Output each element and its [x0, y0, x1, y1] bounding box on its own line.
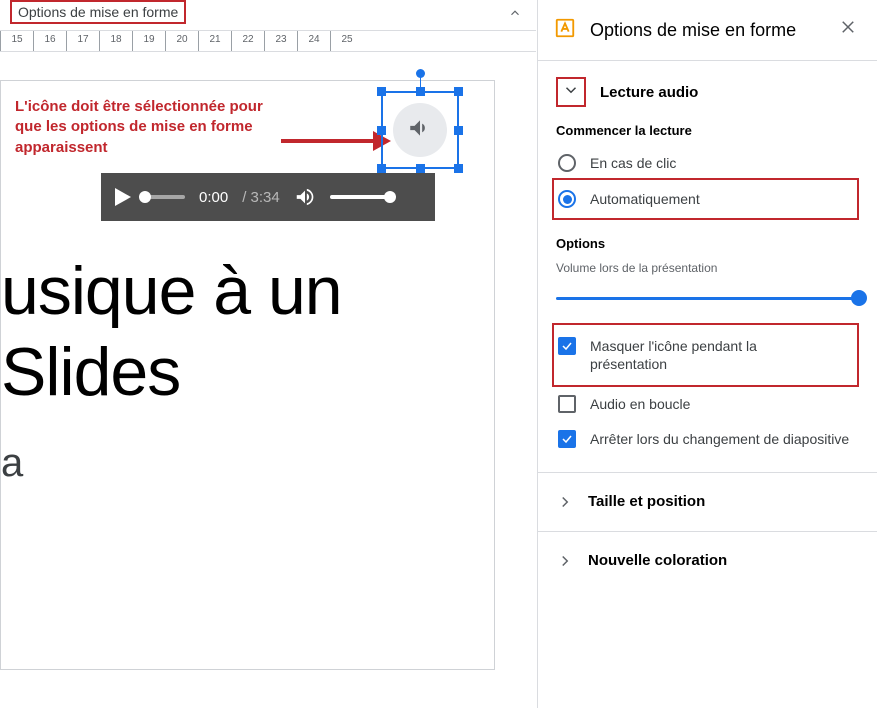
radio-on-click[interactable]: En cas de clic [556, 148, 859, 178]
checkbox-hide-icon-label: Masquer l'icône pendant la présentation [590, 337, 827, 373]
start-playback-label: Commencer la lecture [556, 123, 859, 138]
slide-canvas[interactable]: L'icône doit être sélectionnée pour que … [0, 80, 495, 670]
panel-title: Options de mise en forme [590, 20, 821, 41]
annotation-text: L'icône doit être sélectionnée pour que … [15, 97, 275, 158]
slide-title-fragment-1: usique à un [1, 251, 342, 331]
radio-on-click-label: En cas de clic [590, 155, 676, 171]
volume-icon[interactable] [294, 186, 316, 208]
checkbox-stop-label: Arrêter lors du changement de diapositiv… [590, 430, 849, 448]
format-options-icon [554, 17, 576, 44]
section-recolor-label: Nouvelle coloration [588, 552, 727, 569]
chevron-down-icon[interactable] [562, 81, 580, 99]
checkbox-loop-label: Audio en boucle [590, 395, 690, 413]
player-time-duration: / 3:34 [242, 189, 280, 206]
chevron-up-icon[interactable] [508, 6, 522, 23]
player-time-current: 0:00 [199, 189, 228, 206]
slide-title-fragment-2: Slides [1, 333, 180, 411]
checkbox-stop-on-slide-change[interactable]: Arrêter lors du changement de diapositiv… [556, 422, 859, 456]
volume-slider[interactable] [556, 297, 859, 317]
section-recolor[interactable]: Nouvelle coloration [538, 531, 877, 590]
format-options-panel: Options de mise en forme Lecture audio C… [537, 0, 877, 708]
section-size-position-label: Taille et position [588, 493, 705, 510]
play-button[interactable] [115, 188, 131, 206]
volume-label: Volume lors de la présentation [556, 261, 859, 275]
chevron-right-icon [556, 493, 574, 511]
toolbar-format-options-title[interactable]: Options de mise en forme [10, 0, 186, 24]
section-size-position[interactable]: Taille et position [538, 472, 877, 531]
slide-subtitle-fragment: a [1, 441, 23, 486]
audio-player: 0:00 / 3:34 [101, 173, 435, 221]
horizontal-ruler: 151617 181920 212223 2425 [0, 30, 536, 52]
checkbox-loop[interactable]: Audio en boucle [556, 387, 859, 421]
close-icon[interactable] [835, 14, 861, 46]
speaker-icon [407, 115, 433, 146]
radio-automatic[interactable]: Automatiquement [556, 184, 767, 214]
chevron-right-icon [556, 552, 574, 570]
checkbox-hide-icon[interactable]: Masquer l'icône pendant la présentation [556, 329, 829, 381]
section-audio-title[interactable]: Lecture audio [600, 84, 698, 101]
seek-bar[interactable] [145, 195, 185, 199]
arrow-icon [281, 129, 391, 153]
volume-bar[interactable] [330, 195, 390, 199]
options-label: Options [556, 236, 859, 251]
selected-audio-object[interactable] [381, 91, 459, 169]
radio-automatic-label: Automatiquement [590, 191, 700, 207]
